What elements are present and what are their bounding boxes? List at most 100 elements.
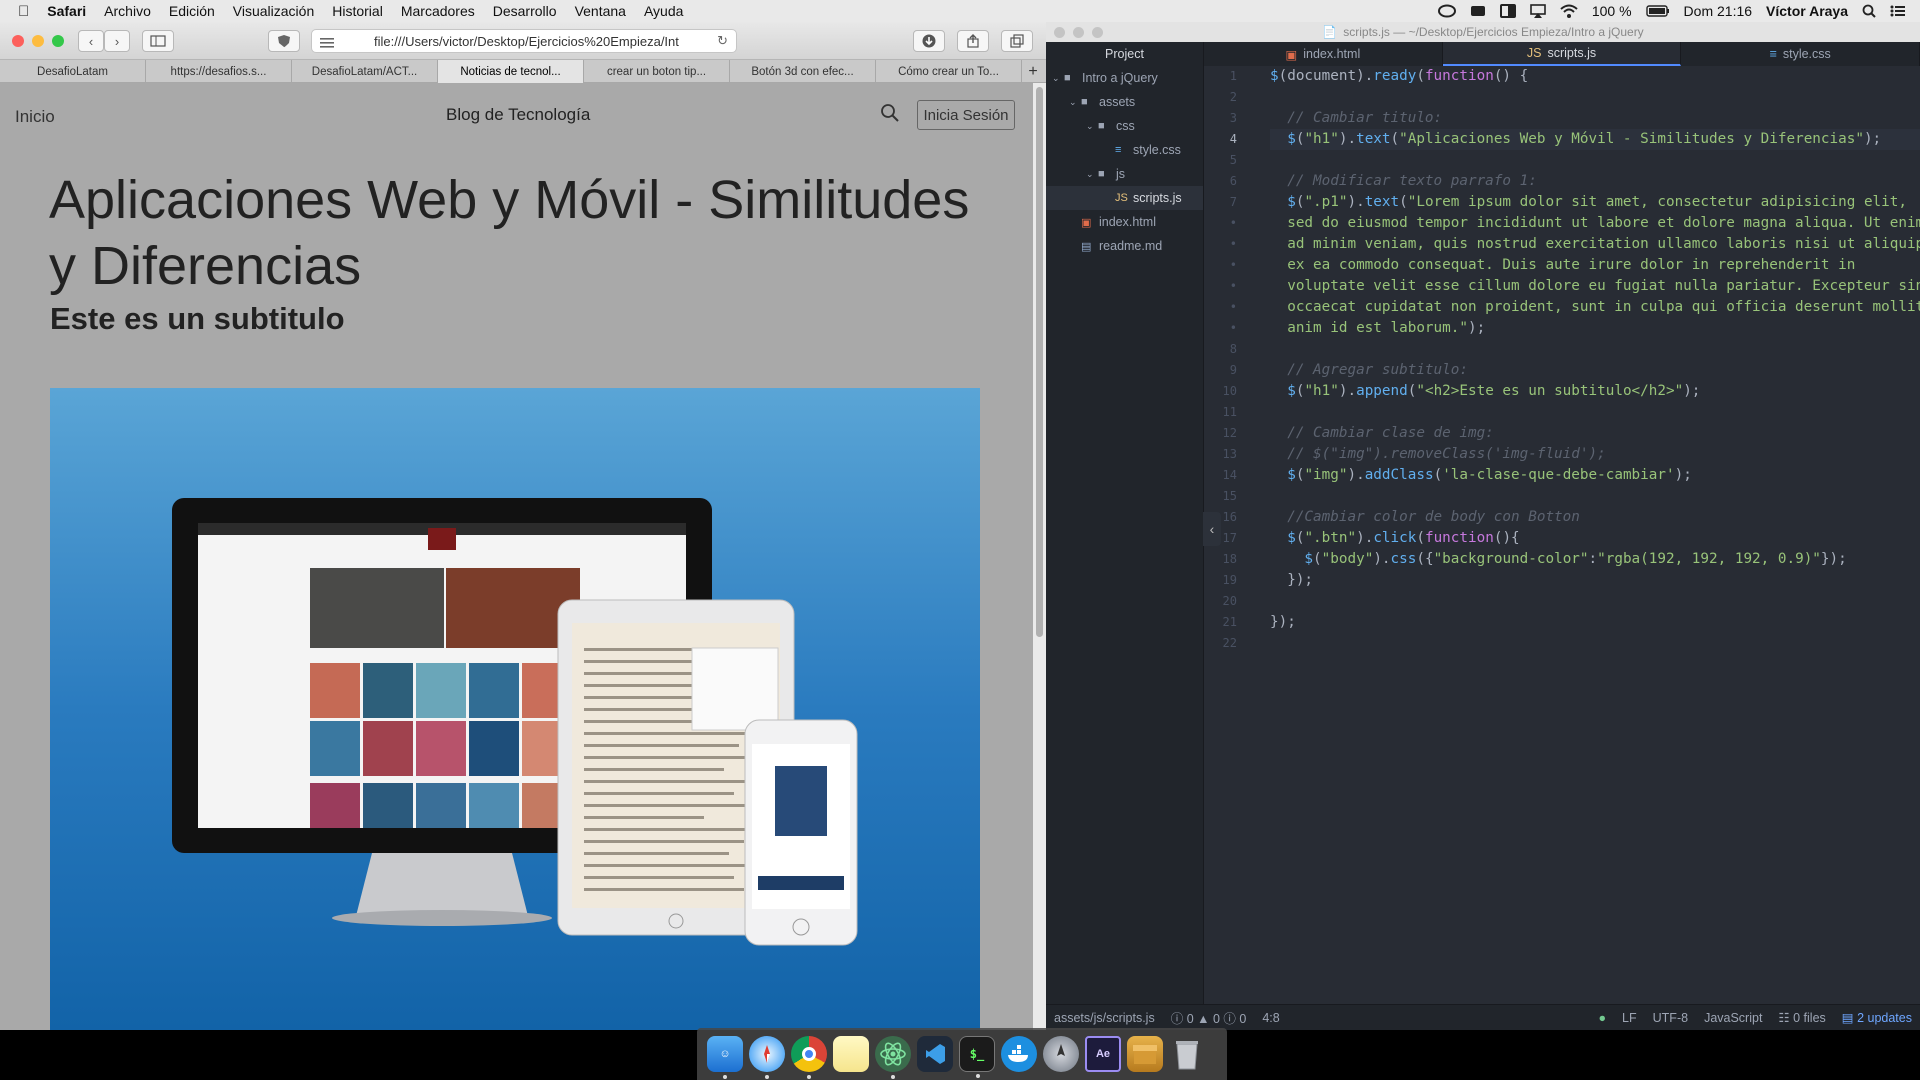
trash-icon[interactable] xyxy=(1169,1036,1205,1072)
code-line[interactable] xyxy=(1270,591,1920,612)
forward-button[interactable]: › xyxy=(104,30,130,52)
code-line[interactable]: $("img").addClass('la-clase-que-debe-cam… xyxy=(1270,465,1920,486)
tab-style-css[interactable]: ≡ style.css xyxy=(1681,42,1920,66)
minimize-button[interactable] xyxy=(32,35,44,47)
tab-scripts-js[interactable]: JS scripts.js xyxy=(1442,42,1682,66)
display-icon[interactable] xyxy=(1499,4,1516,18)
scrollbar-thumb[interactable] xyxy=(1036,87,1043,637)
notification-center-icon[interactable] xyxy=(1890,5,1906,17)
apple-icon[interactable]:  xyxy=(18,3,29,20)
code-line[interactable]: $(".btn").click(function(){ xyxy=(1270,528,1920,549)
menu-historial[interactable]: Historial xyxy=(332,3,383,19)
code-line[interactable] xyxy=(1270,87,1920,108)
launchpad-icon[interactable] xyxy=(1043,1036,1079,1072)
archive-icon[interactable] xyxy=(1127,1036,1163,1072)
tree-item[interactable]: ⌄ ■ js xyxy=(1046,162,1203,186)
finder-icon[interactable]: ☺ xyxy=(707,1036,743,1079)
tab[interactable]: DesafioLatam xyxy=(0,60,146,83)
chevron-down-icon[interactable]: ⌄ xyxy=(1052,73,1064,84)
user-name[interactable]: Víctor Araya xyxy=(1766,3,1848,19)
nav-brand[interactable]: Blog de Tecnología xyxy=(446,105,590,125)
tab[interactable]: Botón 3d con efec... xyxy=(730,60,876,83)
status-diagnostics[interactable]: ⓘ 0 ▲ 0 ⓘ 0 xyxy=(1171,1008,1247,1027)
code-line[interactable] xyxy=(1270,339,1920,360)
status-line-ending[interactable]: LF xyxy=(1622,1011,1637,1025)
zoom-button[interactable] xyxy=(52,35,64,47)
code-editor[interactable]: 1 2 3 4 5 6 7 • • • • • • 8 9 10 11 12 13 14 15 16 17 18 19 20 21 2… xyxy=(1204,66,1920,1024)
menu-desarrollo[interactable]: Desarrollo xyxy=(493,3,557,19)
code-line[interactable]: $(".p1").text("Lorem ipsum dolor sit ame… xyxy=(1270,192,1920,213)
page-scrollbar[interactable] xyxy=(1033,83,1046,1030)
status-files[interactable]: ☷ 0 files xyxy=(1778,1010,1825,1025)
menu-marcadores[interactable]: Marcadores xyxy=(401,3,475,19)
code-line[interactable]: occaecat cupidatat non proident, sunt in… xyxy=(1270,297,1920,318)
docker-icon[interactable] xyxy=(1001,1036,1037,1072)
battery-icon[interactable] xyxy=(1645,5,1670,17)
tab[interactable]: Cómo crear un To... xyxy=(876,60,1022,83)
tree-item[interactable]: ⌄ ■ css xyxy=(1046,114,1203,138)
status-grammar[interactable]: JavaScript xyxy=(1704,1011,1762,1025)
new-tab-button[interactable]: + xyxy=(1022,60,1044,83)
atom-zoom-button[interactable] xyxy=(1092,27,1103,38)
address-bar[interactable]: file:///Users/victor/Desktop/Ejercicios%… xyxy=(311,29,737,53)
code-line[interactable]: }); xyxy=(1270,570,1920,591)
close-button[interactable] xyxy=(12,35,24,47)
project-header[interactable]: Project xyxy=(1046,42,1203,66)
code-line[interactable]: // Agregar subtitulo: xyxy=(1270,360,1920,381)
tabs-overview-button[interactable] xyxy=(1001,30,1033,52)
code-line[interactable]: // Cambiar titulo: xyxy=(1270,108,1920,129)
reload-icon[interactable]: ↻ xyxy=(717,33,728,49)
atom-icon[interactable] xyxy=(875,1036,911,1079)
chevron-down-icon[interactable]: ⌄ xyxy=(1086,169,1098,180)
code-line[interactable]: ex ea commodo consequat. Duis aute irure… xyxy=(1270,255,1920,276)
nav-home-link[interactable]: Inicio xyxy=(15,107,55,127)
code-line[interactable]: // Cambiar clase de img: xyxy=(1270,423,1920,444)
menu-ventana[interactable]: Ventana xyxy=(575,3,626,19)
atom-close-button[interactable] xyxy=(1054,27,1065,38)
code-line[interactable]: // Modificar texto parrafo 1: xyxy=(1270,171,1920,192)
menu-edicion[interactable]: Edición xyxy=(169,3,215,19)
code-line[interactable]: // $("img").removeClass('img-fluid'); xyxy=(1270,444,1920,465)
code-line[interactable]: $("body").css({"background-color":"rgba(… xyxy=(1270,549,1920,570)
menu-app-name[interactable]: Safari xyxy=(47,3,86,19)
vscode-icon[interactable] xyxy=(917,1036,953,1072)
code-line[interactable]: //Cambiar color de body con Botton xyxy=(1270,507,1920,528)
share-button[interactable] xyxy=(957,30,989,52)
menu-visualizacion[interactable]: Visualización xyxy=(233,3,314,19)
wifi-icon[interactable] xyxy=(1560,4,1578,18)
search-icon[interactable] xyxy=(880,103,900,128)
code-line[interactable]: $("h1").append("<h2>Este es un subtitulo… xyxy=(1270,381,1920,402)
tree-item[interactable]: ▣ index.html xyxy=(1046,210,1203,234)
tab[interactable]: crear un boton tip... xyxy=(584,60,730,83)
login-button[interactable]: Inicia Sesión xyxy=(917,100,1015,130)
tree-item[interactable]: ▤ readme.md xyxy=(1046,234,1203,258)
back-button[interactable]: ‹ xyxy=(78,30,104,52)
tree-item[interactable]: ⌄ ■ assets xyxy=(1046,90,1203,114)
downloads-button[interactable] xyxy=(913,30,945,52)
creative-cloud-icon[interactable] xyxy=(1437,4,1456,18)
menu-ayuda[interactable]: Ayuda xyxy=(644,3,683,19)
code-line[interactable] xyxy=(1270,486,1920,507)
chevron-down-icon[interactable]: ⌄ xyxy=(1069,97,1081,108)
menu-archivo[interactable]: Archivo xyxy=(104,3,151,19)
clock[interactable]: Dom 21:16 xyxy=(1684,3,1752,19)
code-line[interactable]: $(document).ready(function() { xyxy=(1270,66,1920,87)
after-effects-icon[interactable]: Ae xyxy=(1085,1036,1121,1072)
safari-icon[interactable] xyxy=(749,1036,785,1079)
status-encoding[interactable]: UTF-8 xyxy=(1653,1011,1688,1025)
tree-item[interactable]: ≡ style.css xyxy=(1046,138,1203,162)
tab-active[interactable]: Noticias de tecnol... xyxy=(438,60,584,83)
status-file-path[interactable]: assets/js/scripts.js xyxy=(1054,1011,1155,1025)
collapse-panel-button[interactable]: ‹ xyxy=(1203,512,1221,546)
spotlight-search-icon[interactable] xyxy=(1862,4,1876,18)
notification-badge-icon[interactable] xyxy=(1470,4,1486,18)
code-line[interactable] xyxy=(1270,402,1920,423)
notes-icon[interactable] xyxy=(833,1036,869,1072)
code-lines[interactable]: $(document).ready(function() { // Cambia… xyxy=(1270,66,1920,654)
chevron-down-icon[interactable]: ⌄ xyxy=(1086,121,1098,132)
tab[interactable]: DesafioLatam/ACT... xyxy=(292,60,438,83)
code-line[interactable]: ad minim veniam, quis nostrud exercitati… xyxy=(1270,234,1920,255)
code-line[interactable]: sed do eiusmod tempor incididunt ut labo… xyxy=(1270,213,1920,234)
terminal-icon[interactable]: $_ xyxy=(959,1036,995,1078)
tree-item[interactable]: ⌄ ■ Intro a jQuery xyxy=(1046,66,1203,90)
